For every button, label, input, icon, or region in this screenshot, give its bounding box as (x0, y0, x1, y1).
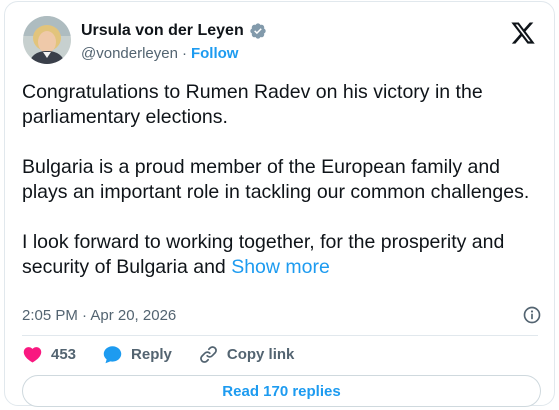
info-icon[interactable] (522, 305, 542, 325)
speech-bubble-icon (103, 346, 122, 364)
handle-separator: · (181, 45, 187, 62)
likes-count: 453 (51, 346, 77, 363)
author-name-row[interactable]: Ursula von der Leyen (81, 22, 267, 40)
heart-icon (23, 347, 42, 363)
author-handle[interactable]: @vonderleyen (81, 45, 178, 62)
divider (22, 335, 538, 336)
action-bar: 453 Reply Copy link (22, 344, 294, 365)
copy-link-button[interactable]: Copy link (198, 344, 295, 365)
link-icon (199, 346, 217, 363)
show-more-link[interactable]: Show more (231, 256, 330, 278)
copy-link-label: Copy link (226, 346, 295, 363)
tweet-text: Congratulations to Rumen Radev on his vi… (22, 80, 542, 280)
verified-badge-icon (250, 23, 266, 39)
tweet-card[interactable]: Ursula von der Leyen @vonderleyen · Foll… (4, 1, 555, 407)
tweet-paragraph: Congratulations to Rumen Radev on his vi… (22, 81, 483, 128)
author-handle-row: @vonderleyen · Follow (81, 45, 238, 62)
avatar-image (23, 16, 71, 64)
avatar[interactable] (23, 16, 71, 64)
read-replies-button[interactable]: Read 170 replies (22, 375, 541, 407)
tweet-timestamp[interactable]: 2:05 PM · Apr 20, 2026 (22, 307, 176, 324)
read-replies-label: Read 170 replies (222, 382, 341, 400)
follow-button[interactable]: Follow (191, 45, 239, 62)
x-logo-icon[interactable] (510, 20, 536, 46)
reply-label: Reply (131, 346, 172, 363)
reply-button[interactable]: Reply (102, 344, 172, 365)
tweet-paragraph-last: I look forward to working together, for … (22, 230, 542, 280)
tweet-meta: 2:05 PM · Apr 20, 2026 (22, 305, 542, 325)
author-display-name[interactable]: Ursula von der Leyen (81, 22, 244, 40)
like-button[interactable]: 453 (22, 344, 76, 365)
tweet-paragraph: Bulgaria is a proud member of the Europe… (22, 156, 530, 203)
